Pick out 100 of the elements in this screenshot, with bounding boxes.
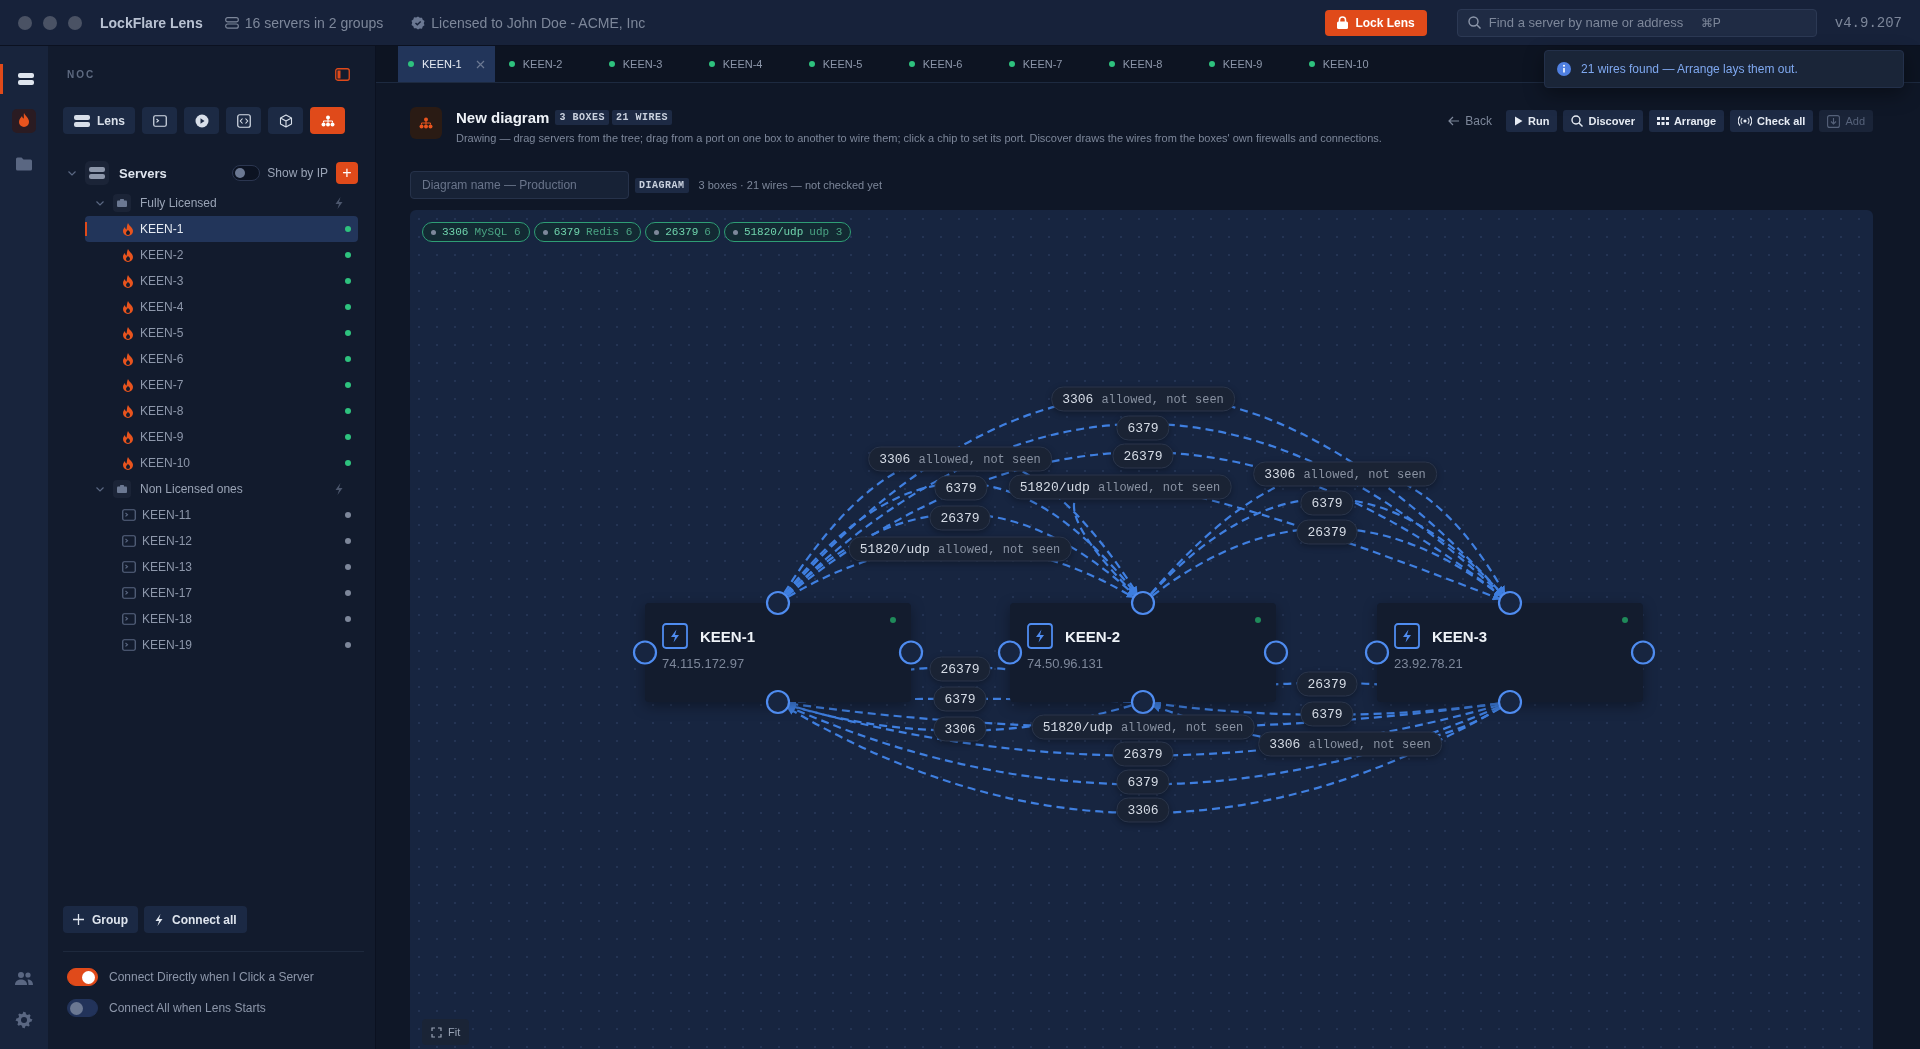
wire-label[interactable]: 6379 — [1116, 769, 1170, 795]
add-button[interactable]: + — [336, 162, 358, 184]
tab[interactable]: KEEN-5 — [798, 46, 899, 82]
wire-label[interactable]: 51820/udp allowed, not seen — [1008, 474, 1232, 500]
connect-all-button[interactable]: Connect all — [144, 906, 247, 933]
chevron-icon[interactable] — [95, 198, 105, 208]
wire-label[interactable]: 6379 — [934, 475, 988, 501]
port-chip[interactable]: 26379 6 — [645, 222, 720, 242]
folder-icon[interactable] — [15, 155, 33, 171]
server-item[interactable]: KEEN-4 — [85, 294, 358, 320]
chevron-icon[interactable] — [95, 484, 105, 494]
server-icon[interactable] — [16, 72, 35, 86]
server-item[interactable]: KEEN-1 — [85, 216, 358, 242]
tab[interactable]: KEEN-8 — [1098, 46, 1199, 82]
toolbar-button[interactable] — [142, 107, 177, 134]
wire-label[interactable]: 51820/udp allowed, not seen — [848, 536, 1072, 562]
wire-label[interactable]: 3306 allowed, not seen — [1258, 731, 1442, 757]
server-item[interactable]: KEEN-9 — [85, 424, 358, 450]
port-chip[interactable]: 6379 Redis 6 — [533, 222, 642, 242]
tab[interactable]: KEEN-4 — [698, 46, 799, 82]
wire-label[interactable]: 3306 — [933, 716, 987, 742]
port-handle[interactable] — [1630, 640, 1656, 665]
port-handle[interactable] — [765, 689, 791, 715]
wire-label[interactable]: 26379 — [1296, 671, 1358, 697]
port-handle[interactable] — [1263, 640, 1289, 665]
wire-label[interactable]: 6379 — [1300, 701, 1354, 727]
close-icon[interactable] — [475, 59, 485, 69]
port-chip[interactable]: 3306 MySQL 6 — [422, 222, 530, 242]
server-item[interactable]: KEEN-17 — [85, 580, 358, 606]
port-handle[interactable] — [997, 640, 1023, 665]
discover-button[interactable]: Discover — [1563, 110, 1643, 132]
flame-app-icon[interactable] — [12, 109, 36, 133]
toolbar-button[interactable]: Lens — [63, 107, 135, 134]
wire-label[interactable]: 51820/udp allowed, not seen — [1031, 714, 1255, 740]
wire-label[interactable]: 3306 — [1116, 797, 1170, 823]
server-item[interactable]: KEEN-5 — [85, 320, 358, 346]
tab[interactable]: KEEN-2 — [498, 46, 599, 82]
group-label[interactable]: Non Licensed ones — [140, 482, 243, 496]
arrange-button[interactable]: Arrange — [1648, 110, 1725, 132]
wire-label[interactable]: 26379 — [929, 505, 991, 531]
toggle-switch[interactable] — [67, 999, 98, 1017]
wire-label[interactable]: 3306 allowed, not seen — [1253, 461, 1437, 487]
port-handle[interactable] — [1497, 590, 1523, 616]
wire-label[interactable]: 6379 — [1300, 490, 1354, 516]
run-button[interactable]: Run — [1506, 110, 1558, 132]
server-item[interactable]: KEEN-2 — [85, 242, 358, 268]
chevron-icon[interactable] — [67, 168, 77, 178]
server-item[interactable]: KEEN-18 — [85, 606, 358, 632]
port-handle[interactable] — [632, 640, 658, 665]
server-item[interactable]: KEEN-19 — [85, 632, 358, 658]
panel-toggle-icon[interactable] — [335, 67, 350, 81]
wire-label[interactable]: 6379 — [1116, 415, 1170, 441]
check-button[interactable]: Check all — [1730, 110, 1814, 132]
toolbar-button[interactable] — [310, 107, 345, 134]
wire-label[interactable]: 6379 — [933, 686, 987, 712]
wire-label[interactable]: 26379 — [929, 656, 991, 682]
settings-icon[interactable] — [15, 1011, 33, 1029]
server-item[interactable]: KEEN-6 — [85, 346, 358, 372]
port-handle[interactable] — [1364, 640, 1390, 665]
people-icon[interactable] — [14, 970, 34, 986]
port-handle[interactable] — [765, 590, 791, 616]
fit-button[interactable]: Fit — [422, 1019, 470, 1045]
back-button[interactable]: Back — [1440, 110, 1501, 132]
server-item[interactable]: KEEN-12 — [85, 528, 358, 554]
tab[interactable]: KEEN-7 — [998, 46, 1099, 82]
wire-label[interactable]: 26379 — [1112, 741, 1174, 767]
port-handle[interactable] — [898, 640, 924, 665]
diagram-name-field[interactable]: Diagram name — Production — [410, 171, 629, 199]
toggle-switch[interactable] — [67, 968, 98, 986]
toolbar-button[interactable] — [226, 107, 261, 134]
wire-label[interactable]: 26379 — [1296, 519, 1358, 545]
tree-root-label[interactable]: Servers — [119, 165, 167, 181]
tab[interactable]: KEEN-10 — [1298, 46, 1399, 82]
wire-label[interactable]: 3306 allowed, not seen — [1051, 386, 1235, 412]
server-item[interactable]: KEEN-11 — [85, 502, 358, 528]
port-handle[interactable] — [1130, 689, 1156, 715]
toggle-switch[interactable] — [232, 165, 261, 181]
lock-button[interactable]: Lock Lens — [1325, 9, 1427, 36]
toolbar-button[interactable] — [268, 107, 303, 134]
tab[interactable]: KEEN-3 — [598, 46, 699, 82]
port-handle[interactable] — [1497, 689, 1523, 715]
port-handle[interactable] — [1130, 590, 1156, 616]
server-item[interactable]: KEEN-3 — [85, 268, 358, 294]
toolbar-button[interactable] — [184, 107, 219, 134]
tab[interactable]: KEEN-9 — [1198, 46, 1299, 82]
server-node[interactable]: KEEN-3 23.92.78.21 — [1377, 603, 1643, 702]
tab[interactable]: KEEN-1 — [398, 46, 495, 82]
terminal-icon — [122, 613, 136, 625]
server-item[interactable]: KEEN-7 — [85, 372, 358, 398]
server-node[interactable]: KEEN-2 74.50.96.131 — [1010, 603, 1276, 702]
group-label[interactable]: Fully Licensed — [140, 196, 217, 210]
server-node[interactable]: KEEN-1 74.115.172.97 — [645, 603, 911, 702]
server-item[interactable]: KEEN-8 — [85, 398, 358, 424]
port-chip[interactable]: 51820/udp udp 3 — [723, 222, 852, 242]
wire-label[interactable]: 3306 allowed, not seen — [868, 446, 1052, 472]
server-item[interactable]: KEEN-10 — [85, 450, 358, 476]
add-group-button[interactable]: Group — [63, 906, 138, 933]
tab[interactable]: KEEN-6 — [898, 46, 999, 82]
wire-label[interactable]: 26379 — [1112, 443, 1174, 469]
server-item[interactable]: KEEN-13 — [85, 554, 358, 580]
